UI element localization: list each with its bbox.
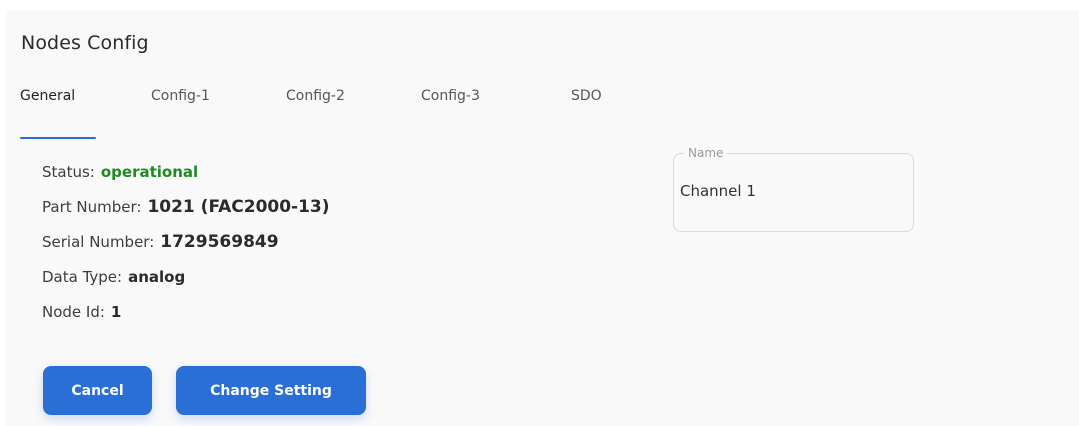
part-number-value: 1021 (FAC2000-13) — [147, 197, 330, 217]
node-info: Status: operational Part Number: 1021 (FAC… — [42, 160, 330, 335]
part-number-row: Part Number: 1021 (FAC2000-13) — [42, 195, 330, 230]
node-id-value: 1 — [110, 303, 122, 321]
status-value: operational — [100, 163, 199, 181]
name-field[interactable]: Name — [673, 146, 914, 232]
part-number-label: Part Number: — [42, 198, 142, 216]
tab-config-2[interactable]: Config-2 — [286, 88, 345, 104]
serial-number-row: Serial Number: 1729569849 — [42, 230, 330, 265]
data-type-label: Data Type: — [42, 268, 123, 286]
data-type-value: analog — [128, 268, 186, 286]
tab-config-3[interactable]: Config-3 — [421, 88, 480, 104]
serial-number-value: 1729569849 — [160, 232, 279, 252]
tab-config-1[interactable]: Config-1 — [151, 88, 210, 104]
serial-number-label: Serial Number: — [42, 233, 155, 251]
tab-general[interactable]: General — [20, 88, 75, 104]
nodes-config-panel: Nodes Config General Config-1 Config-2 C… — [6, 10, 1079, 426]
active-tab-indicator — [20, 137, 96, 139]
node-id-label: Node Id: — [42, 303, 105, 321]
node-id-row: Node Id: 1 — [42, 300, 330, 335]
page-title: Nodes Config — [21, 32, 149, 54]
status-label: Status: — [42, 163, 95, 181]
tab-sdo[interactable]: SDO — [571, 88, 602, 104]
change-setting-button[interactable]: Change Setting — [176, 366, 366, 415]
name-field-label: Name — [684, 146, 728, 160]
data-type-row: Data Type: analog — [42, 265, 330, 300]
cancel-button[interactable]: Cancel — [43, 366, 152, 415]
status-row: Status: operational — [42, 160, 330, 195]
name-input[interactable] — [680, 182, 900, 200]
